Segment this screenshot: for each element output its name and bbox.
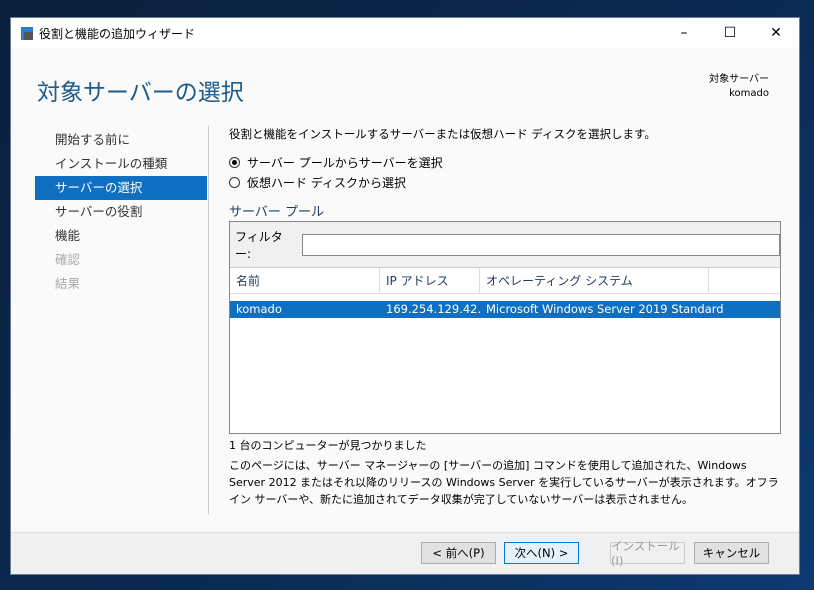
table-header: 名前 IP アドレス オペレーティング システム — [230, 267, 780, 294]
found-count: 1 台のコンピューターが見つかりました — [229, 439, 427, 452]
nav-installation-type[interactable]: インストールの種類 — [35, 152, 207, 176]
install-button: インストール(I) — [610, 539, 685, 568]
next-button[interactable]: 次へ(N) > — [504, 542, 579, 564]
description: 役割と機能をインストールするサーバーまたは仮想ハード ディスクを選択します。 — [229, 127, 656, 141]
footer: < 前へ(P) 次へ(N) > インストール(I) キャンセル — [11, 532, 799, 574]
nav-features[interactable]: 機能 — [35, 224, 207, 248]
radio-server-pool[interactable]: サーバー プールからサーバーを選択 — [229, 152, 781, 172]
filter-row: フィルター: — [230, 222, 780, 268]
cell-name: komado — [236, 302, 282, 316]
nav-server-roles[interactable]: サーバーの役割 — [35, 200, 207, 224]
column-name[interactable]: 名前 — [230, 267, 380, 294]
target-server-value: komado — [729, 88, 769, 99]
divider — [208, 126, 209, 514]
wizard-window: 役割と機能の追加ウィザード – ☐ ✕ 対象サーバーの選択 対象サーバー kom… — [10, 17, 800, 575]
radio-button-checked[interactable] — [229, 156, 240, 168]
nav-before-you-begin[interactable]: 開始する前に — [35, 128, 207, 152]
page-title: 対象サーバーの選択 — [37, 80, 244, 106]
server-pool: フィルター: 名前 IP アドレス オペレーティング システム komado 1… — [229, 221, 781, 434]
minimize-button[interactable]: – — [661, 18, 707, 48]
title-bar: 役割と機能の追加ウィザード – ☐ ✕ — [11, 18, 799, 48]
close-button[interactable]: ✕ — [753, 18, 799, 48]
radio-vhd[interactable]: 仮想ハード ディスクから選択 — [229, 172, 781, 192]
nav-server-selection[interactable]: サーバーの選択 — [35, 176, 207, 200]
maximize-button[interactable]: ☐ — [707, 18, 753, 48]
main-content: 役割と機能をインストールするサーバーまたは仮想ハード ディスクを選択します。 サ… — [229, 126, 781, 508]
server-pool-title: サーバー プール — [229, 205, 325, 220]
column-os[interactable]: オペレーティング システム — [480, 267, 709, 294]
nav-results: 結果 — [55, 276, 81, 291]
radio-label: 仮想ハード ディスクから選択 — [247, 175, 406, 190]
radio-button[interactable] — [229, 176, 240, 188]
info-text: このページには、サーバー マネージャーの [サーバーの追加] コマンドを使用して… — [229, 459, 779, 506]
wizard-nav: 開始する前に インストールの種類 サーバーの選択 サーバーの役割 機能 確認 結… — [35, 128, 207, 296]
target-server: 対象サーバー komado — [709, 73, 769, 101]
prev-button[interactable]: < 前へ(P) — [421, 542, 496, 564]
nav-confirmation: 確認 — [55, 252, 81, 267]
cancel-button[interactable]: キャンセル — [694, 542, 769, 564]
column-ip[interactable]: IP アドレス — [380, 267, 480, 294]
radio-label: サーバー プールからサーバーを選択 — [247, 155, 443, 170]
table-row[interactable]: komado 169.254.129.42... Microsoft Windo… — [230, 301, 780, 318]
target-server-label: 対象サーバー — [709, 74, 769, 85]
cell-os: Microsoft Windows Server 2019 Standard — [486, 302, 724, 316]
cell-ip: 169.254.129.42... — [386, 302, 480, 316]
filter-label: フィルター: — [235, 229, 283, 261]
window-title: 役割と機能の追加ウィザード — [39, 26, 196, 41]
filter-input[interactable] — [301, 233, 780, 256]
server-manager-icon — [21, 26, 33, 40]
